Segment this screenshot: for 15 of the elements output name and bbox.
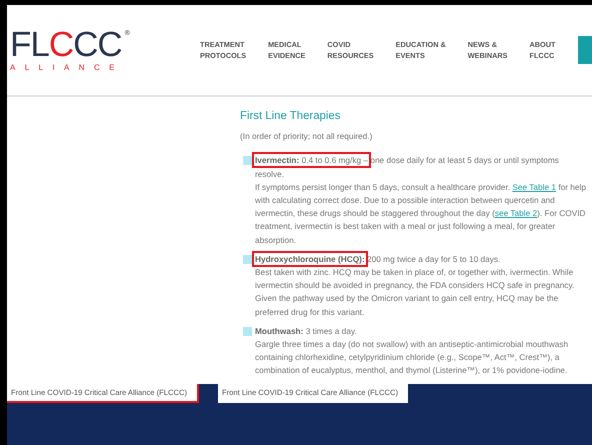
therapy-details: Best taken with zinc. HCQ may be taken in place of, or together with, ivermectin. While ivermectin should be avoided in pregnancy, the FDA considers HCQ safe in pregnancy. Given the pathway used by the Omicron variant to gain cell entry, HCQ may be the preferred drug for this variant. bbox=[255, 266, 576, 319]
logo-tagline: ALLIANCE bbox=[10, 62, 125, 72]
bullet-icon bbox=[243, 156, 252, 166]
therapy-summary: Hydroxychloroquine (HCQ): 200 mg twice a day for 5 to 10 days. bbox=[255, 252, 588, 266]
highlight-box: Hydroxychloroquine (HCQ): bbox=[255, 254, 365, 264]
section-subtitle: (In order of priority; not all required.) bbox=[240, 130, 374, 144]
therapy-summary: Ivermectin: 0.4 to 0.6 mg/kg – one dose daily for at least 5 days or until symptoms resolve. bbox=[255, 154, 588, 181]
therapy-summary: Mouthwash: 3 times a day. bbox=[255, 324, 358, 338]
bullet-icon bbox=[243, 326, 252, 336]
therapy-details: Gargle three times a day (do not swallow) with an antiseptic-antimicrobial mouthwash containing chlorhexidine, cetylpyridinium chloride (e.g., Scope™, Act™, Crest™), a combination of eucalyptus, menthol, and thymol (Listerine™), or 1% povidone-iodine. bbox=[255, 338, 570, 378]
therapy-details: If symptoms persist longer than 5 days, consult a healthcare provider. See Table 1 for help with calculating correct dose. Due to a possible interaction between quercetin and ivermectin, these drugs should be staggered throughout the day (see Table 2). For COVID treatment, ivermectin is best taken with a meal or just following a meal, for greater absorption. bbox=[255, 180, 587, 247]
header-button[interactable] bbox=[578, 36, 592, 64]
bullet-icon bbox=[243, 254, 252, 264]
section-title: First Line Therapies bbox=[240, 110, 342, 124]
highlight-box: Ivermectin: 0.4 to 0.6 mg/kg – bbox=[255, 155, 368, 166]
